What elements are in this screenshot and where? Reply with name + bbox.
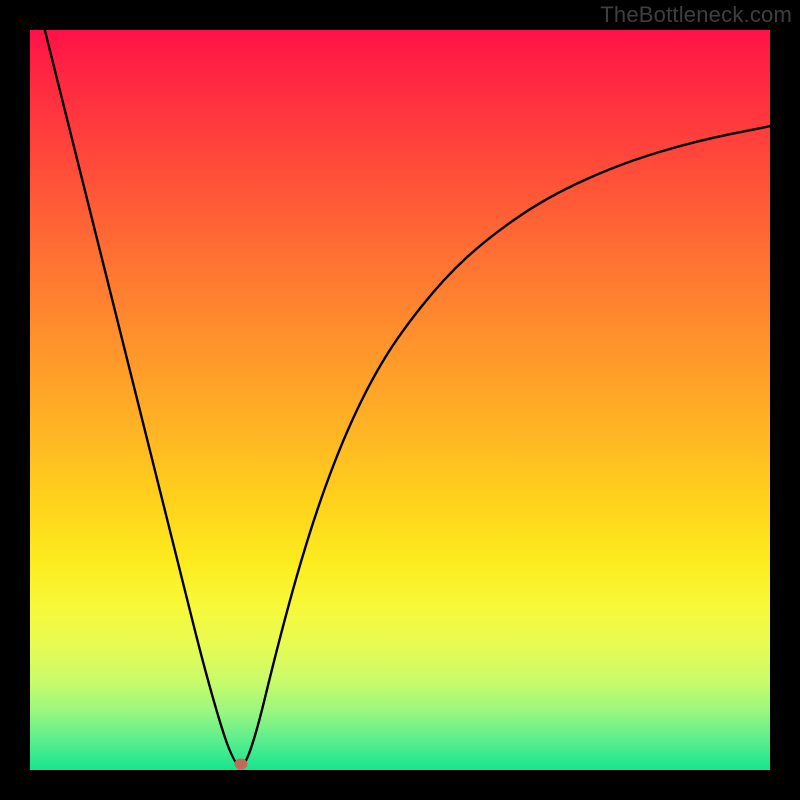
bottleneck-curve xyxy=(30,30,770,770)
plot-area xyxy=(30,30,770,770)
chart-frame: TheBottleneck.com xyxy=(0,0,800,800)
min-marker-dot xyxy=(234,759,247,770)
watermark-text: TheBottleneck.com xyxy=(600,2,792,28)
